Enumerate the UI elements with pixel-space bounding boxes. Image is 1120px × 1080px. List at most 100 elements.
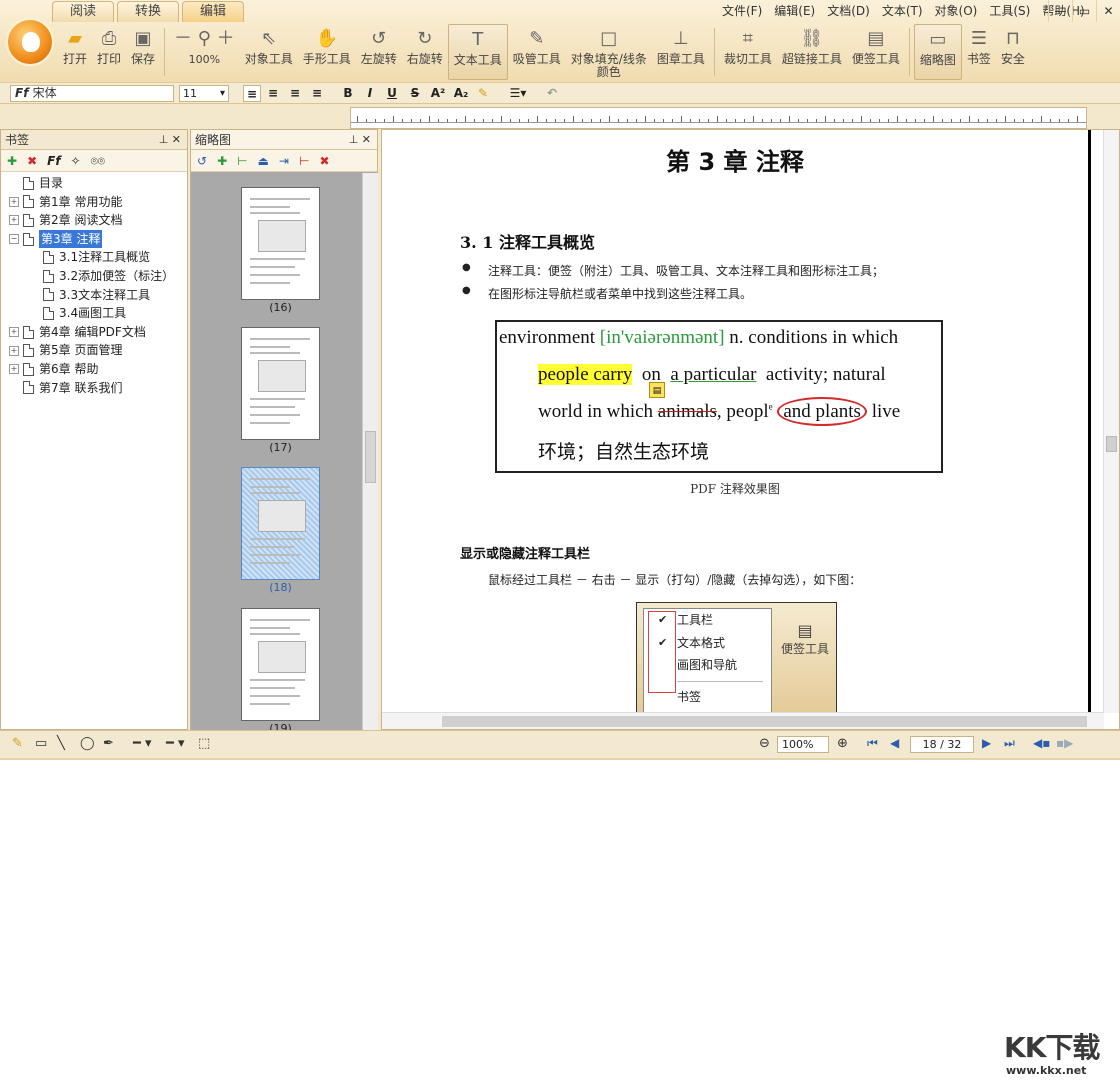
panel-pin-close-icon[interactable]: ⊥ ✕ <box>159 130 181 150</box>
next-page-icon[interactable]: ▶ <box>982 736 991 750</box>
line-spacing-icon[interactable]: ☰▾ <box>505 85 531 102</box>
bookmark-item[interactable]: + 第1章 常用功能 <box>9 193 187 212</box>
align-center-icon[interactable]: ≡ <box>264 85 282 102</box>
bookmark-item[interactable]: 3.1注释工具概览 <box>9 248 187 267</box>
menu-document[interactable]: 文档(D) <box>827 2 870 19</box>
line-icon[interactable]: ╲ <box>57 736 65 751</box>
add-bookmark-icon[interactable]: ✚ <box>7 153 17 168</box>
font-family-select[interactable]: Ff 宋体 <box>10 85 174 102</box>
document-horizontal-scrollbar[interactable] <box>382 712 1104 729</box>
bookmark-item[interactable]: 3.3文本注释工具 <box>9 286 187 305</box>
thumbnails-scroll-thumb[interactable] <box>365 431 376 483</box>
pencil-icon[interactable]: ✎ <box>12 736 23 751</box>
export-page-icon[interactable]: ⇥ <box>279 153 289 168</box>
zoom-out-icon[interactable]: ⊖ <box>759 736 770 751</box>
expand-icon[interactable]: + <box>9 196 19 207</box>
align-left-icon[interactable]: ≡ <box>243 85 261 102</box>
strikethrough-annotation[interactable]: animals <box>658 401 717 422</box>
print-button[interactable]: ⎙ 打印 <box>92 24 126 80</box>
hand-tool-button[interactable]: ✋ 手形工具 <box>298 24 356 80</box>
delete-page-icon[interactable]: ✖ <box>319 153 329 168</box>
highlight-annotation[interactable]: people carry <box>538 364 633 385</box>
bookmark-item[interactable]: + 第6章 帮助 <box>9 360 187 379</box>
subscript-icon[interactable]: A₂ <box>452 85 470 102</box>
bookmark-item[interactable]: 3.2添加便签（标注） <box>9 267 187 286</box>
open-button[interactable]: ▰ 打开 <box>58 24 92 80</box>
line-style-icon[interactable]: ━ ▾ <box>133 736 151 751</box>
page-thumbnail[interactable] <box>241 608 320 721</box>
binoculars-icon[interactable]: ⌾⌾ <box>91 153 105 168</box>
maximize-icon[interactable]: ▭ <box>1072 0 1096 22</box>
highlight-icon[interactable]: ✎ <box>474 85 492 102</box>
expand-icon[interactable]: + <box>9 364 19 375</box>
rotate-left-button[interactable]: ↺ 左旋转 <box>356 24 402 80</box>
thumbnails-toggle-button[interactable]: ▭ 缩略图 <box>913 24 962 80</box>
crop-tool-button[interactable]: ⌗ 裁切工具 <box>719 24 777 80</box>
menu-tools[interactable]: 工具(S) <box>989 2 1030 19</box>
horizontal-scroll-thumb[interactable] <box>442 716 1087 727</box>
bookmark-item[interactable]: − 第3章 注释 <box>9 229 187 249</box>
panel-pin-close-icon[interactable]: ⊥ ✕ <box>349 130 371 150</box>
insert-page-icon[interactable]: ✚ <box>217 153 227 168</box>
menu-text[interactable]: 文本(T) <box>882 2 923 19</box>
superscript-icon[interactable]: A² <box>429 85 447 102</box>
page-number-input[interactable]: 18 / 32 <box>910 736 974 753</box>
tab-read[interactable]: 阅读 <box>52 1 114 22</box>
close-icon[interactable]: ✕ <box>1096 0 1120 22</box>
thumbnails-scrollbar[interactable] <box>362 173 378 730</box>
bookmarks-toggle-button[interactable]: ☰ 书签 <box>962 24 996 80</box>
tab-convert[interactable]: 转换 <box>117 1 179 22</box>
expand-icon[interactable]: + <box>9 345 19 356</box>
zoom-in-icon[interactable]: ⊕ <box>837 736 848 751</box>
expand-icon[interactable]: + <box>9 327 19 338</box>
bookmark-item[interactable]: + 第2章 阅读文档 <box>9 211 187 230</box>
underline-icon[interactable]: U <box>383 85 401 102</box>
page-thumbnail[interactable] <box>241 327 320 440</box>
security-button[interactable]: ⊓ 安全 <box>996 24 1030 80</box>
expand-icon[interactable]: + <box>9 215 19 226</box>
link-tool-button[interactable]: ⛓ 超链接工具 <box>777 24 847 80</box>
zoom-select[interactable]: 100% <box>777 736 829 753</box>
save-button[interactable]: ▣ 保存 <box>126 24 160 80</box>
extract-page-icon[interactable]: ⊢ <box>237 153 247 168</box>
menu-object[interactable]: 对象(O) <box>935 2 978 19</box>
fill-color-button[interactable]: □ 对象填充/线条 颜色 <box>566 24 652 80</box>
collapse-icon[interactable]: − <box>9 234 19 245</box>
strikethrough-icon[interactable]: S <box>406 85 424 102</box>
stamp-tool-button[interactable]: ⊥ 图章工具 <box>652 24 710 80</box>
page-thumbnail[interactable] <box>241 187 320 300</box>
vertical-scroll-thumb[interactable] <box>1106 436 1117 452</box>
sticky-note-icon[interactable]: ▤ <box>649 382 665 398</box>
app-logo-icon[interactable] <box>6 18 54 66</box>
object-tool-button[interactable]: ⇖ 对象工具 <box>240 24 298 80</box>
previous-page-icon[interactable]: ◀ <box>890 736 899 750</box>
picker-tool-button[interactable]: ✎ 吸管工具 <box>508 24 566 80</box>
rotate-page-icon[interactable]: ↺ <box>197 153 207 168</box>
zoom-control[interactable]: － ⚲ ＋ 100% <box>169 24 240 80</box>
justify-icon[interactable]: ≡ <box>308 85 326 102</box>
text-tool-button[interactable]: T 文本工具 <box>447 24 508 80</box>
back-icon[interactable]: ◀▪ <box>1033 736 1050 750</box>
border-icon[interactable]: ⬚ <box>198 736 210 751</box>
page-thumbnail[interactable] <box>241 467 320 580</box>
bookmark-item[interactable]: 目录 <box>9 174 187 193</box>
font-size-select[interactable]: 11 <box>179 85 229 102</box>
magic-wand-icon[interactable]: ✧ <box>71 153 81 168</box>
pen-icon[interactable]: ✒ <box>103 736 114 751</box>
bookmark-item[interactable]: 第7章 联系我们 <box>9 379 187 398</box>
remove-page-icon[interactable]: ⊢ <box>299 153 309 168</box>
line-width-icon[interactable]: ━ ▾ <box>166 736 184 751</box>
align-right-icon[interactable]: ≡ <box>286 85 304 102</box>
delete-bookmark-icon[interactable]: ✖ <box>27 153 37 168</box>
bookmark-item[interactable]: + 第4章 编辑PDF文档 <box>9 323 187 342</box>
bookmark-item[interactable]: + 第5章 页面管理 <box>9 341 187 360</box>
tab-edit[interactable]: 编辑 <box>182 1 244 22</box>
ellipse-icon[interactable]: ◯ <box>80 736 95 751</box>
font-icon[interactable]: Ff <box>47 153 60 168</box>
forward-icon[interactable]: ▪▶ <box>1056 736 1073 750</box>
rectangle-icon[interactable]: ▭ <box>35 736 47 751</box>
italic-icon[interactable]: I <box>361 85 379 102</box>
document-vertical-scrollbar[interactable] <box>1103 130 1119 713</box>
minimize-icon[interactable]: — <box>1048 0 1072 22</box>
rotate-right-button[interactable]: ↻ 右旋转 <box>402 24 448 80</box>
